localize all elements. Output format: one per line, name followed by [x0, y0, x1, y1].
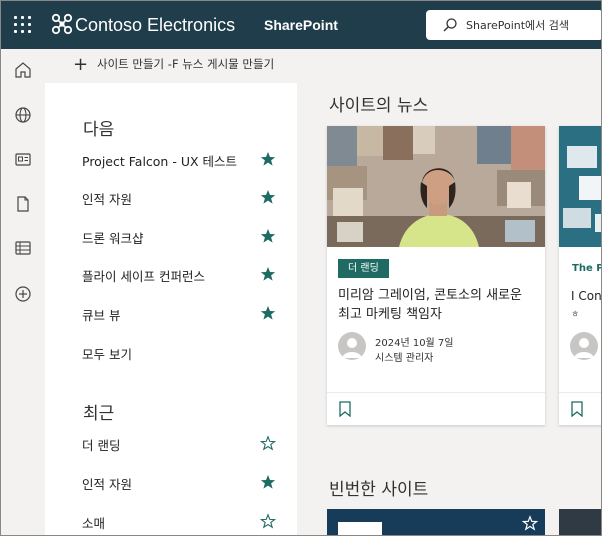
news-thumbnail[interactable] [559, 126, 601, 247]
frequent-site-tile[interactable] [559, 509, 601, 535]
recent-item[interactable]: 더 랜딩 [82, 433, 292, 453]
news-author[interactable]: 시스템 관리자 [375, 349, 433, 364]
divider [559, 392, 601, 393]
avatar [570, 332, 598, 360]
lists-icon[interactable] [11, 236, 35, 260]
category-tag[interactable]: 더 랜딩 [338, 259, 389, 278]
following-item[interactable]: 플라이 세이프 컨퍼런스 [82, 264, 292, 284]
site-label[interactable]: 더 랜딩 [82, 435, 120, 454]
site-label[interactable]: 드론 워크샵 [82, 228, 143, 247]
news-date: 2024년 10월 7일 [375, 338, 454, 349]
search-icon [443, 18, 457, 32]
app-bar [1, 49, 45, 535]
plus-icon[interactable]: + [73, 55, 88, 75]
category-label[interactable]: The Pe [572, 263, 601, 274]
site-label[interactable]: 인적 자원 [82, 189, 132, 208]
news-content: 사이트의 뉴스 더 랜딩 미리암 그레이엄, 콘토소의 새로운 최고 마케팅 책… [297, 83, 601, 535]
frequent-site-tile[interactable] [327, 509, 545, 535]
bookmark-icon[interactable] [570, 401, 584, 417]
star-outline-icon[interactable] [260, 435, 276, 451]
star-filled-icon[interactable] [260, 474, 276, 490]
site-label[interactable]: 플라이 세이프 컨퍼런스 [82, 266, 205, 285]
home-icon[interactable] [11, 58, 35, 82]
star-filled-icon[interactable] [260, 151, 276, 167]
star-outline-icon[interactable] [522, 515, 538, 531]
star-filled-icon[interactable] [260, 266, 276, 282]
news-heading: 사이트의 뉴스 [329, 96, 429, 116]
star-filled-icon[interactable] [260, 189, 276, 205]
star-filled-icon[interactable] [260, 228, 276, 244]
brand-name[interactable]: Contoso Electronics [75, 15, 235, 36]
sharepoint-window: Contoso Electronics SharePoint SharePoin… [0, 0, 602, 536]
news-title[interactable]: I Cont [571, 289, 601, 303]
create-site-news-button[interactable]: 사이트 만들기 -F 뉴스 게시물 만들기 [97, 56, 274, 72]
see-all-label[interactable]: 모두 보기 [82, 344, 132, 363]
frequent-sites-heading: 빈번한 사이트 [329, 480, 429, 500]
app-name[interactable]: SharePoint [264, 17, 338, 33]
site-label[interactable]: 큐브 뷰 [82, 305, 120, 324]
sites-list-panel: 다음 Project Falcon - UX 테스트 인적 자원 드론 워크샵 … [45, 83, 297, 535]
contoso-logo-icon [51, 13, 73, 35]
add-circle-icon[interactable] [11, 282, 35, 306]
following-item[interactable]: Project Falcon - UX 테스트 [82, 149, 292, 169]
site-label[interactable]: Project Falcon - UX 테스트 [82, 151, 237, 170]
search-box[interactable] [426, 10, 601, 40]
document-icon[interactable] [11, 192, 35, 216]
news-subtitle: ㅎ [571, 310, 580, 320]
see-all-link[interactable]: 모두 보기 [82, 342, 292, 362]
command-bar: + 사이트 만들기 -F 뉴스 게시물 만들기 [45, 49, 601, 83]
recent-item[interactable]: 인적 자원 [82, 472, 292, 492]
following-item[interactable]: 드론 워크샵 [82, 226, 292, 246]
site-label[interactable]: 소매 [82, 513, 105, 532]
bookmark-icon[interactable] [338, 401, 352, 417]
app-launcher-icon[interactable] [11, 13, 35, 37]
recent-item[interactable]: 소매 [82, 511, 292, 531]
globe-icon[interactable] [11, 103, 35, 127]
star-filled-icon[interactable] [260, 305, 276, 321]
news-title[interactable]: 미리암 그레이엄, 콘토소의 새로운 최고 마케팅 책임자 [338, 286, 538, 324]
news-icon[interactable] [11, 147, 35, 171]
star-outline-icon[interactable] [260, 513, 276, 529]
site-label[interactable]: 인적 자원 [82, 474, 132, 493]
search-input[interactable] [466, 14, 596, 36]
suite-bar: Contoso Electronics SharePoint [1, 1, 601, 49]
news-card[interactable]: 더 랜딩 미리암 그레이엄, 콘토소의 새로운 최고 마케팅 책임자 2024년… [327, 126, 545, 425]
following-item[interactable]: 큐브 뷰 [82, 303, 292, 323]
following-heading: 다음 [83, 120, 115, 140]
divider [327, 392, 545, 393]
site-logo [338, 522, 382, 535]
news-thumbnail[interactable] [327, 126, 545, 247]
news-card[interactable]: The Pe I Cont ㅎ [559, 126, 601, 425]
recent-heading: 최근 [83, 404, 115, 424]
avatar [338, 332, 366, 360]
following-item[interactable]: 인적 자원 [82, 187, 292, 207]
